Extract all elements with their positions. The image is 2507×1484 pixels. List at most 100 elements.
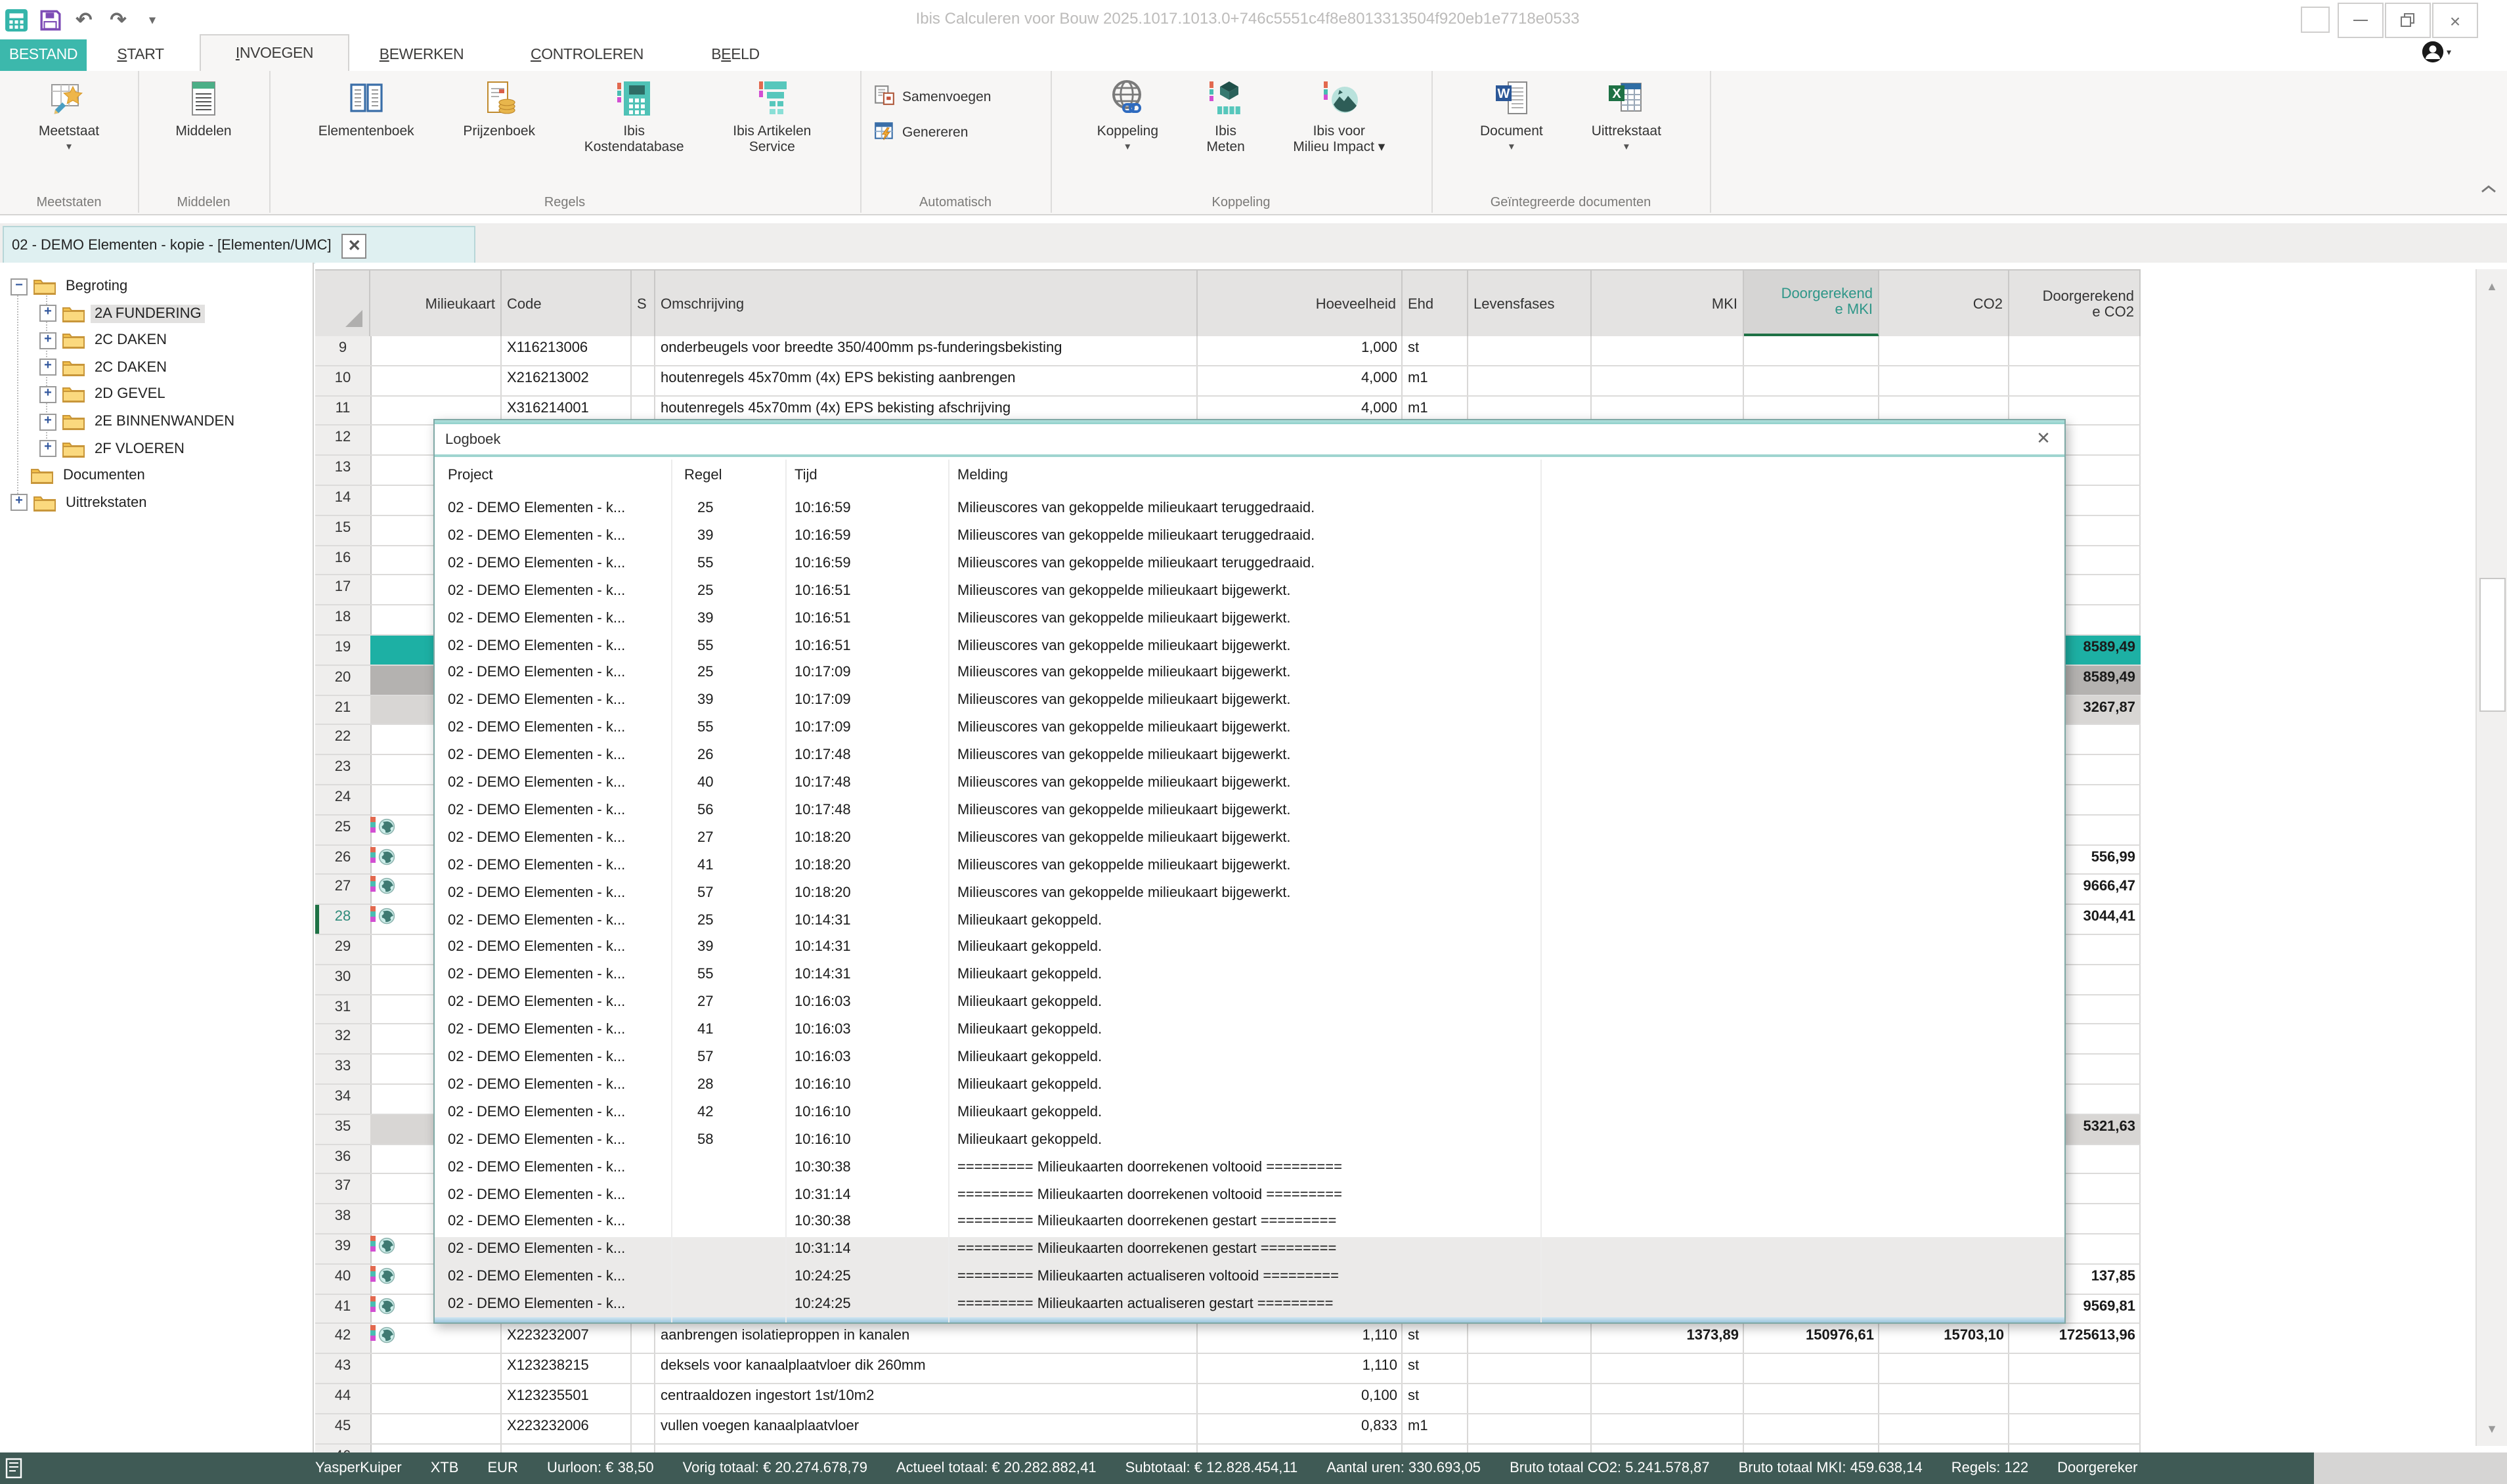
row-number[interactable]: 16	[315, 546, 370, 575]
app-button[interactable]	[3, 7, 29, 33]
row-number[interactable]: 30	[315, 965, 370, 994]
cell-ehd[interactable]: st	[1403, 336, 1468, 365]
log-row[interactable]: 02 - DEMO Elementen - k...5710:16:03Mili…	[435, 1045, 2064, 1073]
cell-oms[interactable]: vullen voegen kanaalplaatvloer	[655, 1414, 1198, 1443]
grid-row-10[interactable]: 10 X216213002 houtenregels 45x70mm (4x) EP…	[315, 366, 2141, 397]
row-number[interactable]: 45	[315, 1414, 370, 1443]
tree-item-documenten[interactable]: Documenten	[11, 462, 149, 489]
cell-milieukaart[interactable]	[370, 1444, 502, 1452]
column-header-code[interactable]: Code	[502, 271, 632, 338]
row-number[interactable]: 39	[315, 1234, 370, 1263]
column-header-mki[interactable]: MKI	[1592, 271, 1744, 338]
ibis-artikelen-service-button[interactable]: Ibis ArtikelenService	[733, 74, 811, 155]
row-number[interactable]: 34	[315, 1085, 370, 1114]
document-tab-close-button[interactable]: ✕	[342, 233, 367, 258]
cell-code[interactable]: X123235501	[502, 1384, 632, 1413]
prijzenboek-button[interactable]: Prijzenboek	[463, 74, 535, 139]
cell-oms[interactable]: houtenregels 45x70mm (4x) EPS bekisting …	[655, 366, 1198, 395]
cell-hoev[interactable]: 1,110	[1198, 1324, 1403, 1353]
ribbon-options-icon[interactable]	[2301, 7, 2330, 33]
row-number[interactable]: 27	[315, 875, 370, 904]
cell-mki[interactable]: 1373,89	[1592, 1324, 1744, 1353]
cell-code[interactable]: X223232007	[502, 1324, 632, 1353]
cell-hoev[interactable]: 0,833	[1198, 1414, 1403, 1443]
column-header-oms[interactable]: Omschrijving	[655, 271, 1198, 338]
vertical-scrollbar[interactable]: ▲ ▼	[2475, 269, 2507, 1446]
meetstaat-button[interactable]: Meetstaat▾	[39, 74, 99, 152]
log-row[interactable]: 02 - DEMO Elementen - k...3910:16:59Mili…	[435, 524, 2064, 552]
row-number[interactable]: 26	[315, 845, 370, 874]
row-number[interactable]: 36	[315, 1145, 370, 1173]
ibis-kostendatabase-button[interactable]: IbisKostendatabase	[584, 74, 684, 155]
ibis-meten-button[interactable]: IbisMeten	[1205, 74, 1247, 155]
log-row[interactable]: 02 - DEMO Elementen - k...2510:14:31Mili…	[435, 908, 2064, 936]
log-row[interactable]: 02 - DEMO Elementen - k...2510:17:09Mili…	[435, 661, 2064, 689]
tree-item-uittrekstaten[interactable]: +Uittrekstaten	[11, 490, 151, 516]
cell-ehd[interactable]: m1	[1403, 1414, 1468, 1443]
column-header-hoev[interactable]: Hoeveelheid	[1198, 271, 1403, 338]
undo-button[interactable]: ↶	[71, 7, 97, 33]
log-row[interactable]: 02 - DEMO Elementen - k...3910:14:31Mili…	[435, 936, 2064, 963]
log-row[interactable]: 02 - DEMO Elementen - k...4010:17:48Mili…	[435, 771, 2064, 798]
cell-code[interactable]: X216213002	[502, 366, 632, 395]
log-row[interactable]: 02 - DEMO Elementen - k...10:24:25======…	[435, 1292, 2064, 1320]
document-button[interactable]: WDocument▾	[1480, 74, 1543, 152]
expand-icon[interactable]: +	[39, 440, 56, 457]
cell-milieukaart[interactable]	[370, 336, 502, 365]
log-row[interactable]: 02 - DEMO Elementen - k...5710:18:20Mili…	[435, 881, 2064, 908]
log-column-header-melding[interactable]: Melding	[957, 468, 1008, 483]
cell-hoev[interactable]: 1,110	[1198, 1354, 1403, 1383]
dialog-close-button[interactable]: ✕	[2033, 428, 2054, 449]
row-number[interactable]: 35	[315, 1115, 370, 1144]
row-number[interactable]: 10	[315, 366, 370, 395]
column-header-dmki[interactable]: Doorgerekende MKI	[1744, 271, 1879, 338]
log-row[interactable]: 02 - DEMO Elementen - k...4210:16:10Mili…	[435, 1101, 2064, 1128]
log-column-header-tijd[interactable]: Tijd	[795, 468, 817, 483]
log-row[interactable]: 02 - DEMO Elementen - k...2610:17:48Mili…	[435, 743, 2064, 771]
row-number[interactable]: 20	[315, 666, 370, 695]
row-number[interactable]: 24	[315, 785, 370, 814]
expand-icon[interactable]: +	[39, 359, 56, 376]
row-number[interactable]: 25	[315, 816, 370, 844]
log-row[interactable]: 02 - DEMO Elementen - k...10:30:38======…	[435, 1155, 2064, 1183]
ibis-voor-milieu-impact--button[interactable]: Ibis voorMilieu Impact ▾	[1293, 74, 1385, 155]
uittrekstaat-button[interactable]: XUittrekstaat▾	[1592, 74, 1661, 152]
row-number[interactable]: 21	[315, 695, 370, 724]
scrollbar-thumb[interactable]	[2479, 578, 2506, 712]
row-number[interactable]: 18	[315, 605, 370, 634]
column-header-num[interactable]	[315, 271, 370, 338]
row-number[interactable]: 33	[315, 1055, 370, 1083]
log-row[interactable]: 02 - DEMO Elementen - k...5510:14:31Mili…	[435, 963, 2064, 991]
select-all-corner-icon[interactable]	[345, 310, 362, 327]
ribbon-tab-start[interactable]: START	[102, 39, 179, 71]
log-status-icon[interactable]	[5, 1458, 25, 1479]
row-number[interactable]: 43	[315, 1354, 370, 1383]
row-number[interactable]: 15	[315, 516, 370, 545]
cell-code[interactable]: X123238215	[502, 1354, 632, 1383]
row-number[interactable]: 9	[315, 336, 370, 365]
cell-ehd[interactable]: st	[1403, 1324, 1468, 1353]
cell-dco2[interactable]: 1725613,96	[2009, 1324, 2141, 1353]
column-header-co2[interactable]: CO2	[1879, 271, 2009, 338]
collapse-ribbon-button[interactable]	[2481, 184, 2499, 197]
row-number[interactable]: 12	[315, 426, 370, 455]
log-row[interactable]: 02 - DEMO Elementen - k...5510:16:59Mili…	[435, 552, 2064, 579]
samenvoegen-button[interactable]: Samenvoegen	[873, 84, 991, 106]
log-row[interactable]: 02 - DEMO Elementen - k...3910:17:09Mili…	[435, 689, 2064, 716]
cell-milieukaart[interactable]	[370, 1354, 502, 1383]
tree-item-2e-binnenwanden[interactable]: +2E BINNENWANDEN	[39, 408, 238, 435]
log-column-header-regel[interactable]: Regel	[684, 468, 722, 483]
close-button[interactable]: ×	[2432, 3, 2478, 38]
expand-icon[interactable]: +	[39, 305, 56, 322]
tree-item-2c-daken[interactable]: +2C DAKEN	[39, 327, 171, 353]
elementenboek-button[interactable]: Elementenboek	[318, 74, 414, 139]
koppeling-button[interactable]: Koppeling▾	[1097, 74, 1158, 152]
log-row[interactable]: 02 - DEMO Elementen - k...3910:16:51Mili…	[435, 606, 2064, 634]
minimize-button[interactable]	[2338, 3, 2384, 38]
row-number[interactable]: 38	[315, 1204, 370, 1233]
cell-hoev[interactable]: 1,000	[1198, 336, 1403, 365]
log-row[interactable]: 02 - DEMO Elementen - k...4110:16:03Mili…	[435, 1018, 2064, 1045]
expand-icon[interactable]: +	[39, 386, 56, 403]
row-number[interactable]: 13	[315, 456, 370, 485]
cell-ehd[interactable]: st	[1403, 1354, 1468, 1383]
